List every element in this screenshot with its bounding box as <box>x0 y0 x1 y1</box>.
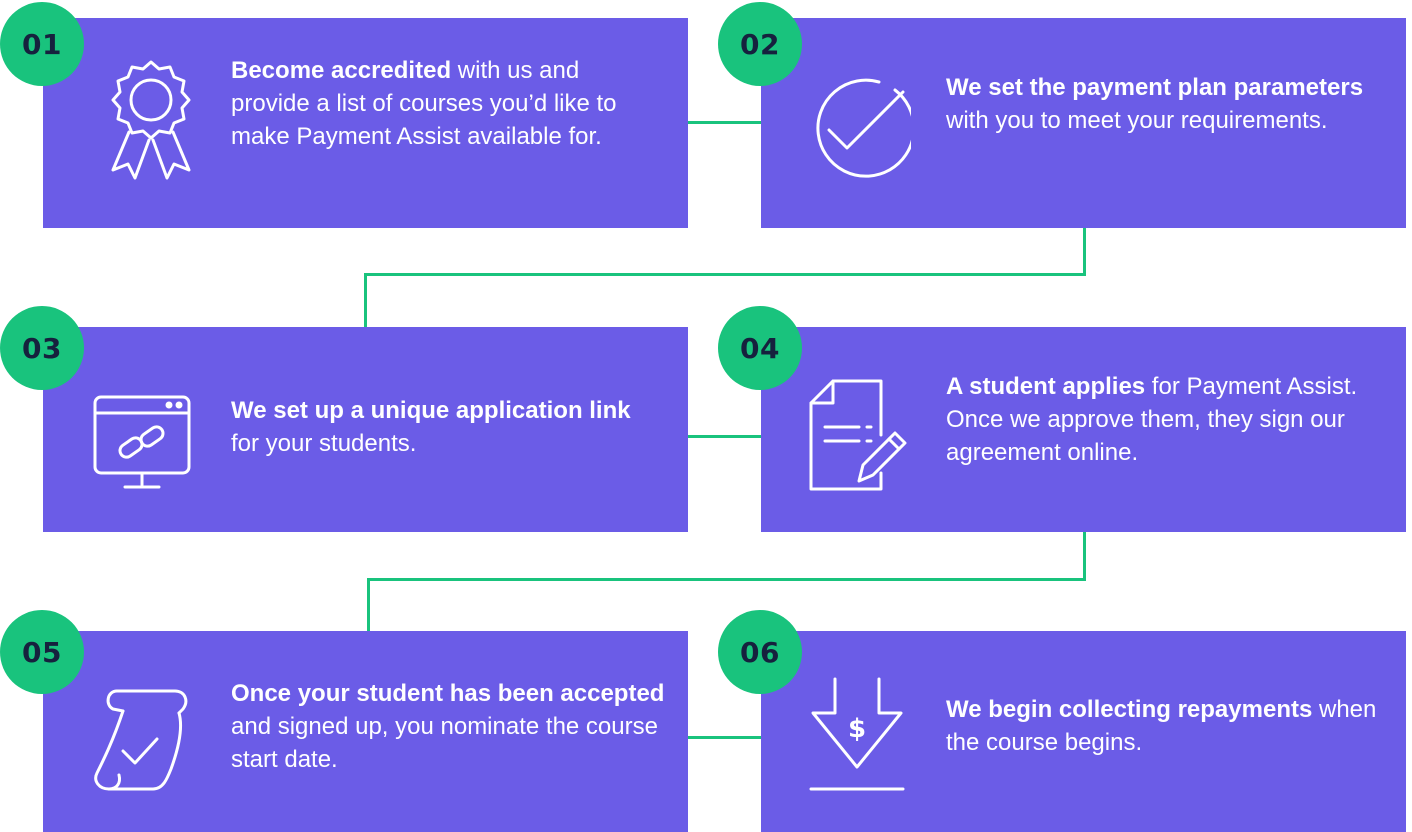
step-bold-01: Become accredited <box>231 57 452 84</box>
step-text-06: We begin collecting repayments when the … <box>946 693 1386 759</box>
step-bold-02: We set the payment plan parameters <box>946 74 1364 101</box>
step-badge-06: 06 <box>718 610 802 694</box>
connector-02-03-horizontal <box>364 273 1086 276</box>
step-bold-04: A student applies <box>946 373 1146 400</box>
step-text-03: We set up a unique application link for … <box>231 394 661 460</box>
connector-03-04 <box>688 435 761 438</box>
step-badge-03: 03 <box>0 306 84 390</box>
step-card-05: Once your student has been accepted and … <box>43 631 688 832</box>
step-bold-03: We set up a unique application link <box>231 397 631 424</box>
step-card-03: We set up a unique application link for … <box>43 327 688 532</box>
connector-02-03-vertical-bottom <box>364 273 367 327</box>
scroll-check-icon <box>83 661 203 801</box>
step-rest-05: and signed up, you nominate the course s… <box>231 713 658 773</box>
svg-text:$: $ <box>848 714 866 744</box>
step-text-05: Once your student has been accepted and … <box>231 677 671 776</box>
step-card-01: Become accredited with us and provide a … <box>43 18 688 228</box>
dollar-down-arrow-icon: $ <box>797 661 917 801</box>
step-card-02: We set the payment plan parameters with … <box>761 18 1406 228</box>
monitor-link-icon <box>91 367 211 507</box>
connector-04-05-vertical-top <box>1083 532 1086 581</box>
step-badge-05: 05 <box>0 610 84 694</box>
step-badge-04: 04 <box>718 306 802 390</box>
award-ribbon-icon <box>91 54 211 194</box>
step-card-06: $ We begin collecting repayments when th… <box>761 631 1406 832</box>
step-text-01: Become accredited with us and provide a … <box>231 54 651 153</box>
connector-04-05-vertical-bottom <box>367 578 370 631</box>
step-badge-02: 02 <box>718 2 802 86</box>
connector-02-03-vertical-top <box>1083 228 1086 276</box>
connector-01-02 <box>688 121 761 124</box>
step-card-04: A student applies for Payment Assist. On… <box>761 327 1406 532</box>
document-pencil-icon <box>797 365 917 505</box>
step-text-02: We set the payment plan parameters with … <box>946 71 1366 137</box>
check-circle-icon <box>791 54 911 194</box>
step-rest-03: for your students. <box>231 430 417 457</box>
step-text-04: A student applies for Payment Assist. On… <box>946 370 1386 469</box>
connector-04-05-horizontal <box>367 578 1086 581</box>
step-bold-06: We begin collecting repayments <box>946 696 1313 723</box>
step-bold-05: Once your student has been accepted <box>231 680 665 707</box>
step-rest-02: with you to meet your requirements. <box>946 107 1328 134</box>
step-badge-01: 01 <box>0 2 84 86</box>
connector-05-06 <box>688 736 761 739</box>
